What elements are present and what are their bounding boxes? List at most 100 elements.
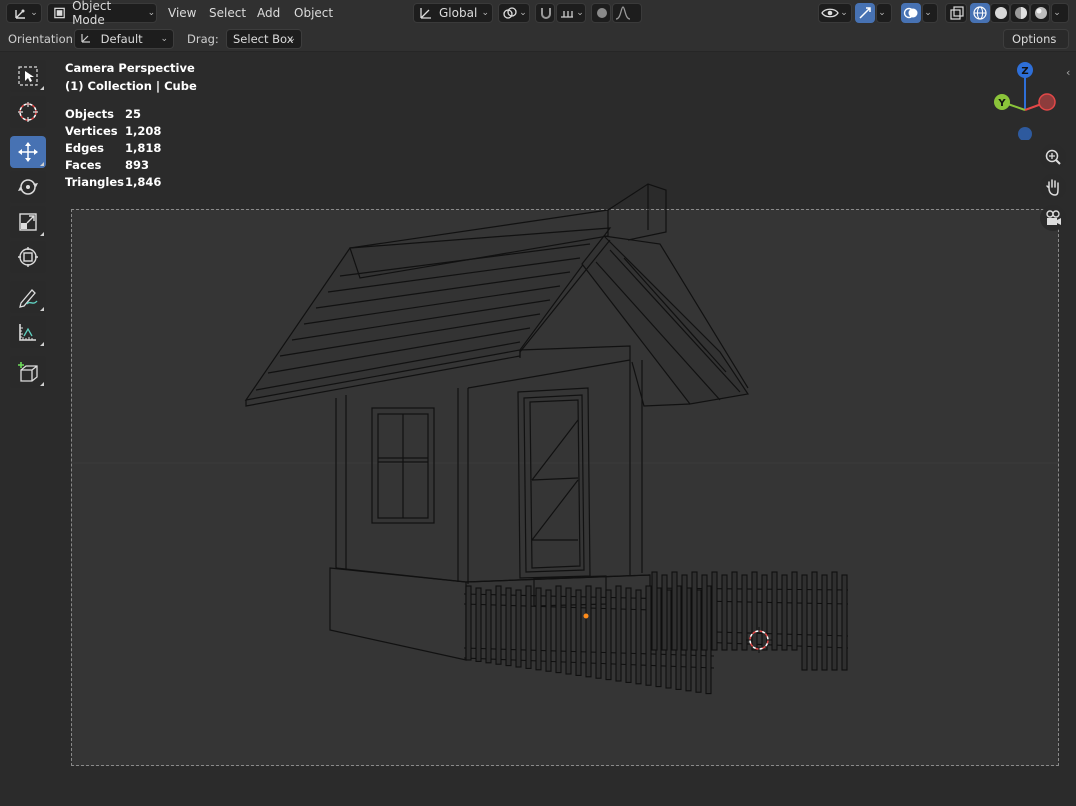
gizmo-x-negative [1038, 93, 1056, 111]
stat-label-vertices: Vertices [65, 124, 118, 138]
camera-view-button[interactable] [1040, 205, 1066, 231]
fence-picket [681, 574, 688, 651]
orientation-value: Default [100, 32, 143, 46]
snap-toggle[interactable] [535, 3, 555, 23]
fence-picket [495, 585, 502, 665]
fence-picket [625, 587, 632, 683]
fence-picket [691, 571, 698, 651]
chevron-down-icon: ⌄ [1053, 8, 1061, 18]
mode-dropdown[interactable]: Object Mode ⌄ [47, 0, 157, 27]
rendered-sphere-icon [1035, 7, 1047, 19]
add-cube-tool[interactable] [10, 356, 46, 388]
orientation-dropdown[interactable]: Default ⌄ [74, 29, 174, 49]
rotate-icon [18, 179, 38, 195]
orientation-label: Global [439, 6, 478, 20]
fence-picket [635, 589, 642, 685]
navigation-gizmo[interactable]: Z Y [990, 60, 1060, 140]
fence-picket [605, 589, 612, 681]
shading-rendered-button[interactable] [1030, 3, 1050, 23]
annotate-tool[interactable] [10, 281, 46, 313]
rotate-tool[interactable] [10, 171, 46, 203]
viewport-header: ⌄ Object Mode ⌄ View Select Add Object G… [0, 0, 1076, 27]
fence-picket [831, 571, 838, 671]
shading-solid-button[interactable] [990, 3, 1010, 23]
transform-orientation-dropdown[interactable]: Global ⌄ [413, 3, 493, 23]
tool-settings-bar: Orientation: Default ⌄ Drag: Select Box … [0, 26, 1076, 52]
fence-picket [485, 589, 492, 664]
fence-picket [801, 574, 808, 671]
gizmo-dropdown[interactable]: ⌄ [876, 3, 892, 23]
fence-picket [545, 589, 552, 672]
snap-target-dropdown[interactable]: ⌄ [556, 3, 586, 23]
stat-value-vertices: 1,208 [125, 124, 162, 138]
eye-icon [821, 8, 839, 18]
cursor-icon [18, 102, 38, 122]
fence-picket [575, 589, 582, 676]
3d-viewport[interactable]: Camera Perspective (1) Collection | Cube… [0, 52, 1076, 806]
scale-tool[interactable] [10, 206, 46, 238]
fence-picket [475, 587, 482, 662]
xray-icon [950, 6, 964, 20]
chevron-down-icon: ⌄ [30, 8, 38, 18]
select-box-tool[interactable] [10, 60, 46, 92]
sidebar-toggle-icon[interactable]: ‹ [1066, 66, 1076, 82]
menu-object[interactable]: Object [294, 4, 333, 22]
solid-sphere-icon [995, 7, 1007, 19]
gizmo-icon [859, 7, 871, 19]
xray-toggle[interactable] [945, 3, 967, 23]
magnet-icon [541, 8, 551, 19]
measure-tool[interactable] [10, 316, 46, 348]
falloff-curve-icon [615, 6, 631, 20]
move-tool[interactable] [10, 136, 46, 168]
measure-icon [19, 324, 36, 341]
cursor-tool[interactable] [10, 96, 46, 128]
scale-icon [19, 213, 37, 231]
chevron-down-icon: ⌄ [519, 8, 527, 18]
fence-picket [841, 574, 848, 671]
menu-view[interactable]: View [168, 4, 196, 22]
stat-label-edges: Edges [65, 141, 104, 155]
scene-wireframe [71, 183, 1059, 695]
drag-value: Select Box [233, 32, 294, 46]
chevron-down-icon: ⌄ [840, 8, 848, 18]
pan-button[interactable] [1040, 174, 1066, 200]
falloff-dropdown[interactable] [612, 3, 642, 23]
shading-material-button[interactable] [1010, 3, 1030, 23]
transform-tool[interactable] [10, 241, 46, 273]
shading-dropdown[interactable]: ⌄ [1051, 3, 1069, 23]
overlays-dropdown[interactable]: ⌄ [922, 3, 938, 23]
drag-dropdown[interactable]: Select Box ⌄ [226, 29, 302, 49]
stat-label-objects: Objects [65, 107, 114, 121]
fence-picket [711, 571, 718, 651]
menu-select[interactable]: Select [209, 4, 246, 22]
fence-picket [721, 574, 728, 651]
fence-picket [651, 571, 658, 651]
fence-picket [555, 585, 562, 674]
fence-picket [741, 574, 748, 651]
overlays-toggle[interactable] [901, 3, 921, 23]
editor-type-button[interactable]: ⌄ [6, 3, 42, 23]
fence-picket [781, 574, 788, 651]
options-dropdown[interactable]: Options ⌄ [1003, 29, 1069, 64]
orientation-icon [420, 8, 431, 19]
material-sphere-icon [1015, 7, 1027, 19]
fence-picket [661, 574, 668, 651]
gizmo-toggle[interactable] [855, 3, 875, 23]
fence-picket [671, 571, 678, 651]
stat-value-faces: 893 [125, 158, 150, 172]
stat-label-faces: Faces [65, 158, 102, 172]
3d-cursor [746, 627, 772, 653]
chevron-down-icon: ⌄ [481, 8, 490, 18]
chevron-down-icon: ⌄ [924, 8, 932, 18]
gizmo-y-label: Y [997, 98, 1006, 109]
chevron-down-icon: ⌄ [878, 8, 886, 18]
pivot-point-dropdown[interactable]: ⌄ [498, 3, 530, 23]
menu-add[interactable]: Add [257, 4, 280, 22]
visibility-dropdown[interactable]: ⌄ [818, 3, 852, 23]
drag-label: Drag: [187, 32, 219, 46]
proportional-editing-toggle[interactable] [591, 3, 611, 23]
orientation-gizmo-icon [81, 34, 90, 43]
zoom-button[interactable] [1040, 144, 1066, 170]
fence-picket [761, 574, 768, 651]
shading-wireframe-button[interactable] [970, 3, 990, 23]
